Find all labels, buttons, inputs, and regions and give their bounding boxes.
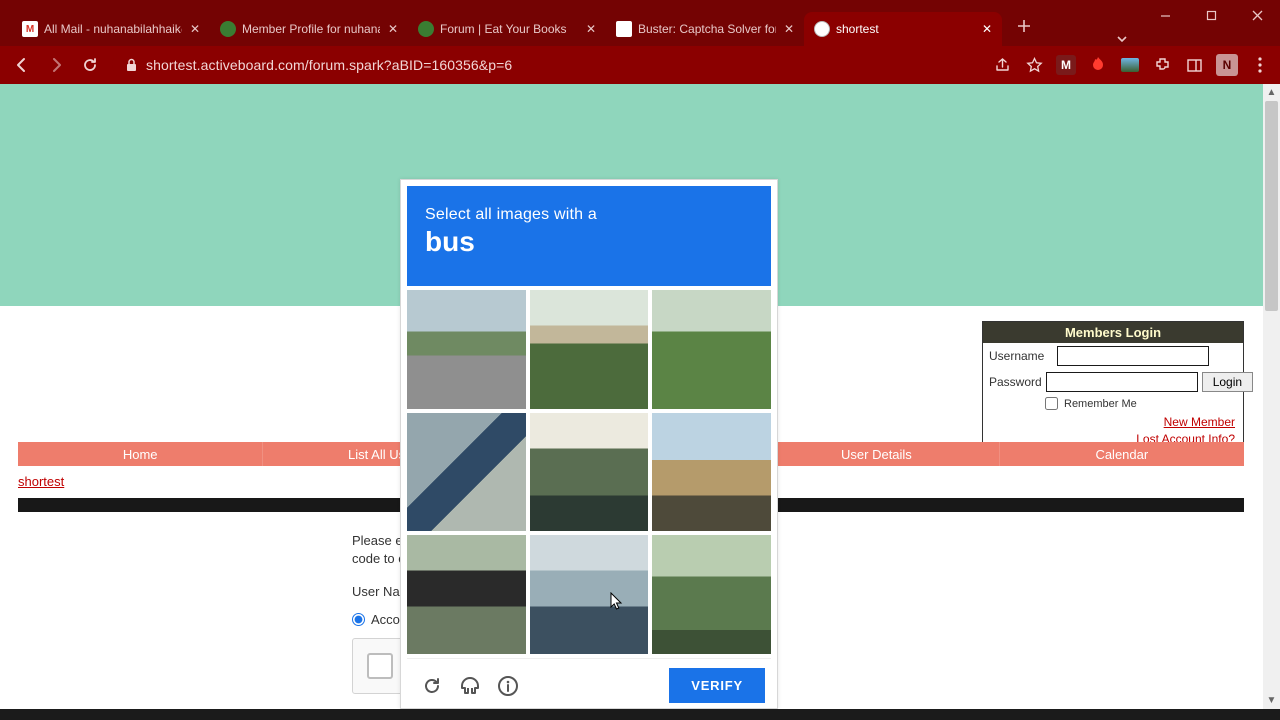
tab-3[interactable]: Buster: Captcha Solver for H ✕ [606, 12, 804, 46]
members-login-title: Members Login [983, 322, 1243, 343]
nav-label: Calendar [1095, 447, 1148, 462]
info-icon[interactable] [497, 675, 519, 697]
username-input[interactable] [1057, 346, 1209, 366]
profile-avatar[interactable]: N [1216, 54, 1238, 76]
profile-initial: N [1223, 58, 1232, 72]
globe-icon [814, 21, 830, 37]
scroll-thumb[interactable] [1265, 101, 1278, 311]
sidepanel-icon[interactable] [1184, 55, 1204, 75]
captcha-tile-5[interactable] [530, 413, 649, 532]
scroll-down-button[interactable]: ▼ [1263, 692, 1280, 709]
captcha-instruction: Select all images with a [425, 206, 753, 224]
remember-label: Remember Me [1064, 398, 1137, 410]
captcha-tile-2[interactable] [530, 290, 649, 409]
ext-flame-icon[interactable] [1088, 55, 1108, 75]
nav-home[interactable]: Home [18, 442, 262, 466]
tab-4[interactable]: shortest ✕ [804, 12, 1002, 46]
verify-button[interactable]: VERIFY [669, 668, 765, 703]
new-member-link[interactable]: New Member [991, 414, 1235, 431]
leaf-icon [220, 21, 236, 37]
captcha-footer: VERIFY [407, 658, 771, 702]
close-window-button[interactable] [1234, 0, 1280, 30]
remember-checkbox[interactable] [1045, 397, 1058, 410]
breadcrumb-link[interactable]: shortest [18, 474, 64, 489]
minimize-button[interactable] [1142, 0, 1188, 30]
members-login-box: Members Login Username Password Login Re… [982, 321, 1244, 455]
maximize-button[interactable] [1188, 0, 1234, 30]
login-button[interactable]: Login [1202, 372, 1253, 392]
close-icon[interactable]: ✕ [782, 22, 796, 36]
account-radio[interactable] [352, 613, 365, 626]
url-text: shortest.activeboard.com/forum.spark?aBI… [146, 57, 978, 73]
os-taskbar [0, 709, 1280, 720]
close-icon[interactable]: ✕ [386, 22, 400, 36]
captcha-grid [407, 290, 771, 654]
reload-icon[interactable] [421, 675, 443, 697]
share-icon[interactable] [992, 55, 1012, 75]
back-button[interactable] [10, 53, 34, 77]
audio-icon[interactable] [459, 675, 481, 697]
captcha-tile-3[interactable] [652, 290, 771, 409]
tab-2[interactable]: Forum | Eat Your Books ✕ [408, 12, 606, 46]
close-icon[interactable]: ✕ [980, 22, 994, 36]
tab-0[interactable]: M All Mail - nuhanabilahhaik@ ✕ [12, 12, 210, 46]
ext-m-icon[interactable]: M [1056, 55, 1076, 75]
captcha-tile-1[interactable] [407, 290, 526, 409]
extensions-icon[interactable] [1152, 55, 1172, 75]
vertical-scrollbar[interactable]: ▲ ▼ [1263, 84, 1280, 709]
browser-titlebar: M All Mail - nuhanabilahhaik@ ✕ Member P… [0, 0, 1280, 46]
lock-icon [124, 58, 138, 72]
breadcrumb: shortest [18, 474, 64, 489]
nav-calendar[interactable]: Calendar [999, 442, 1244, 466]
tab-label: Buster: Captcha Solver for H [638, 22, 776, 36]
close-icon[interactable]: ✕ [188, 22, 202, 36]
tab-label: Forum | Eat Your Books [440, 22, 578, 36]
reload-button[interactable] [78, 53, 102, 77]
close-icon[interactable]: ✕ [584, 22, 598, 36]
nav-label: User Details [841, 447, 912, 462]
password-input[interactable] [1046, 372, 1198, 392]
address-bar[interactable]: shortest.activeboard.com/forum.spark?aBI… [112, 51, 982, 79]
kebab-menu-icon[interactable] [1250, 55, 1270, 75]
username-label: Username [989, 349, 1053, 363]
star-icon[interactable] [1024, 55, 1044, 75]
captcha-header: Select all images with a bus [407, 186, 771, 286]
ext-pic-icon[interactable] [1120, 55, 1140, 75]
toolbar-actions: M N [992, 54, 1270, 76]
captcha-target: bus [425, 226, 753, 258]
captcha-tile-8[interactable] [530, 535, 649, 654]
tab-search-button[interactable] [1102, 32, 1142, 46]
captcha-tile-9[interactable] [652, 535, 771, 654]
window-controls [1142, 0, 1280, 30]
nav-label: Home [123, 447, 158, 462]
new-tab-button[interactable] [1010, 12, 1038, 40]
captcha-tile-4[interactable] [407, 413, 526, 532]
store-icon [616, 21, 632, 37]
page-viewport: Members Login Username Password Login Re… [0, 84, 1263, 709]
tab-label: Member Profile for nuhanab [242, 22, 380, 36]
scroll-track[interactable] [1263, 101, 1280, 692]
tab-1[interactable]: Member Profile for nuhanab ✕ [210, 12, 408, 46]
gmail-icon: M [22, 21, 38, 37]
nav-user-details[interactable]: User Details [753, 442, 998, 466]
captcha-challenge: Select all images with a bus [400, 179, 778, 709]
leaf-icon [418, 21, 434, 37]
captcha-tile-7[interactable] [407, 535, 526, 654]
browser-toolbar: shortest.activeboard.com/forum.spark?aBI… [0, 46, 1280, 84]
password-label: Password [989, 375, 1042, 389]
scroll-up-button[interactable]: ▲ [1263, 84, 1280, 101]
forward-button[interactable] [44, 53, 68, 77]
recaptcha-checkbox[interactable] [367, 653, 393, 679]
tab-label: All Mail - nuhanabilahhaik@ [44, 22, 182, 36]
tab-strip: M All Mail - nuhanabilahhaik@ ✕ Member P… [0, 12, 1102, 46]
captcha-tile-6[interactable] [652, 413, 771, 532]
tab-label: shortest [836, 22, 974, 36]
